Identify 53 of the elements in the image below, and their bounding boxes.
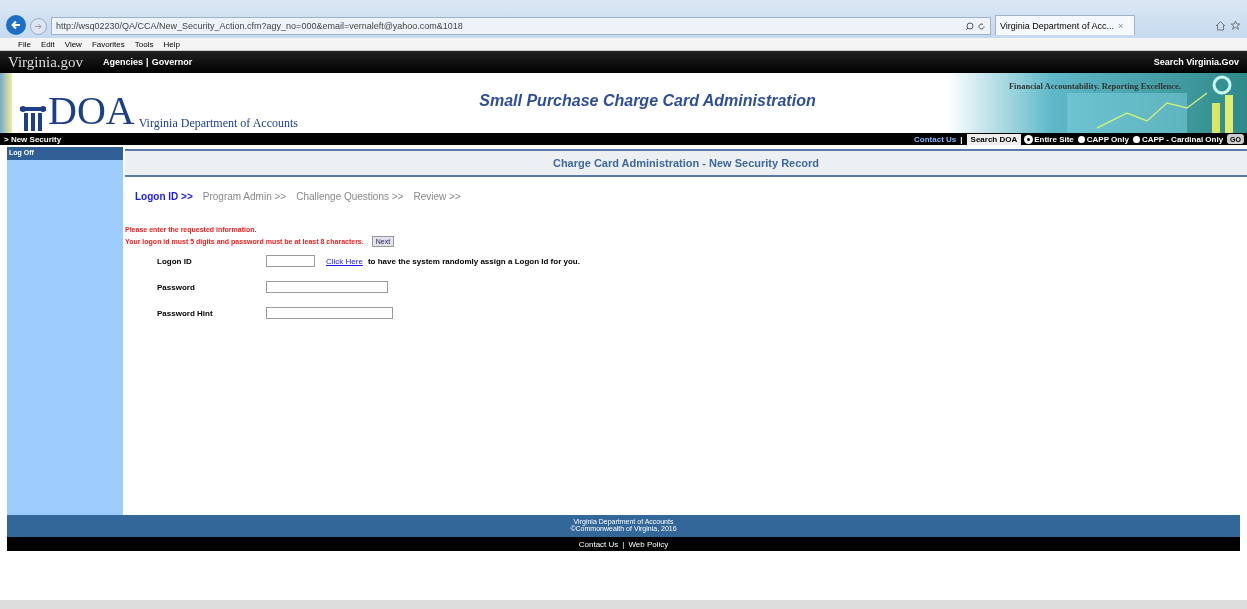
radio-button[interactable]: [1025, 135, 1033, 143]
menu-item[interactable]: View: [64, 39, 82, 49]
star-icon[interactable]: [1230, 20, 1241, 31]
tagline: Financial Accountability. Reporting Excellence.: [1008, 81, 1181, 91]
site-logo[interactable]: Virginia.gov: [8, 53, 84, 71]
separator: |: [960, 134, 963, 144]
wizard-step: Logon ID >>: [135, 191, 193, 202]
field-label: Logon ID: [157, 256, 193, 266]
column-icon: [18, 103, 48, 131]
field-label: Password: [157, 282, 196, 292]
field-label: Password Hint: [157, 308, 214, 318]
menu-item[interactable]: Tools: [134, 39, 154, 49]
field-note: to have the system randomly assign a Logon Id for you.: [367, 256, 580, 266]
app-title: Small Purchase Charge Card Administration: [478, 91, 817, 111]
menu-item[interactable]: Favorites: [91, 39, 125, 49]
forward-icon[interactable]: [30, 18, 47, 35]
agency-name: Virginia Department of Accounts: [138, 116, 299, 131]
separator: |: [146, 57, 149, 67]
page-title: Charge Card Administration - New Security Record: [125, 149, 1247, 177]
scrollbar[interactable]: [0, 600, 1247, 609]
menu-item[interactable]: Edit: [40, 39, 55, 49]
assign-link[interactable]: Click Here: [326, 256, 363, 266]
input-field[interactable]: [266, 255, 315, 267]
refresh-icon[interactable]: [977, 21, 986, 31]
contact-link[interactable]: Contact Us: [914, 134, 957, 144]
radio-button[interactable]: [1077, 135, 1085, 143]
header-stripe: [0, 73, 12, 133]
browser-tab[interactable]: Virginia Department of Acc... ×: [995, 15, 1135, 35]
breadcrumb[interactable]: > New Security: [4, 134, 911, 144]
footer-link[interactable]: Web Policy: [628, 539, 669, 549]
search-link[interactable]: Search Virginia.Gov: [1153, 57, 1239, 67]
wizard-step: Program Admin >>: [202, 191, 287, 202]
radio-button[interactable]: [1132, 135, 1140, 143]
menu-item[interactable]: File: [18, 39, 31, 49]
radio-label[interactable]: Entire Site: [1034, 134, 1074, 144]
search-icon[interactable]: [965, 21, 974, 31]
menu-item[interactable]: Help: [163, 39, 180, 49]
back-icon[interactable]: [6, 15, 26, 35]
input-field[interactable]: [266, 307, 393, 319]
wizard-step: Review >>: [413, 191, 461, 202]
nav-link[interactable]: Agencies: [103, 57, 144, 67]
address-bar[interactable]: http://wsq02230/QA/CCA/New_Security_Action.cfm?agy_no=000&email=vernaleft@yahoo.com&1018: [51, 17, 991, 35]
search-button[interactable]: Search DOA: [966, 133, 1022, 145]
radio-label[interactable]: CAPP - Cardinal Only: [1141, 134, 1224, 144]
separator: |: [622, 539, 625, 549]
input-field[interactable]: [266, 281, 388, 293]
nav-link[interactable]: Governor: [151, 57, 193, 67]
close-icon[interactable]: ×: [1117, 20, 1124, 31]
home-icon[interactable]: [1215, 20, 1226, 31]
wizard-step: Challenge Questions >>: [296, 191, 404, 202]
footer-link[interactable]: Contact Us: [578, 539, 619, 549]
agency-logo: DOA: [48, 91, 135, 131]
radio-label[interactable]: CAPP Only: [1086, 134, 1129, 144]
